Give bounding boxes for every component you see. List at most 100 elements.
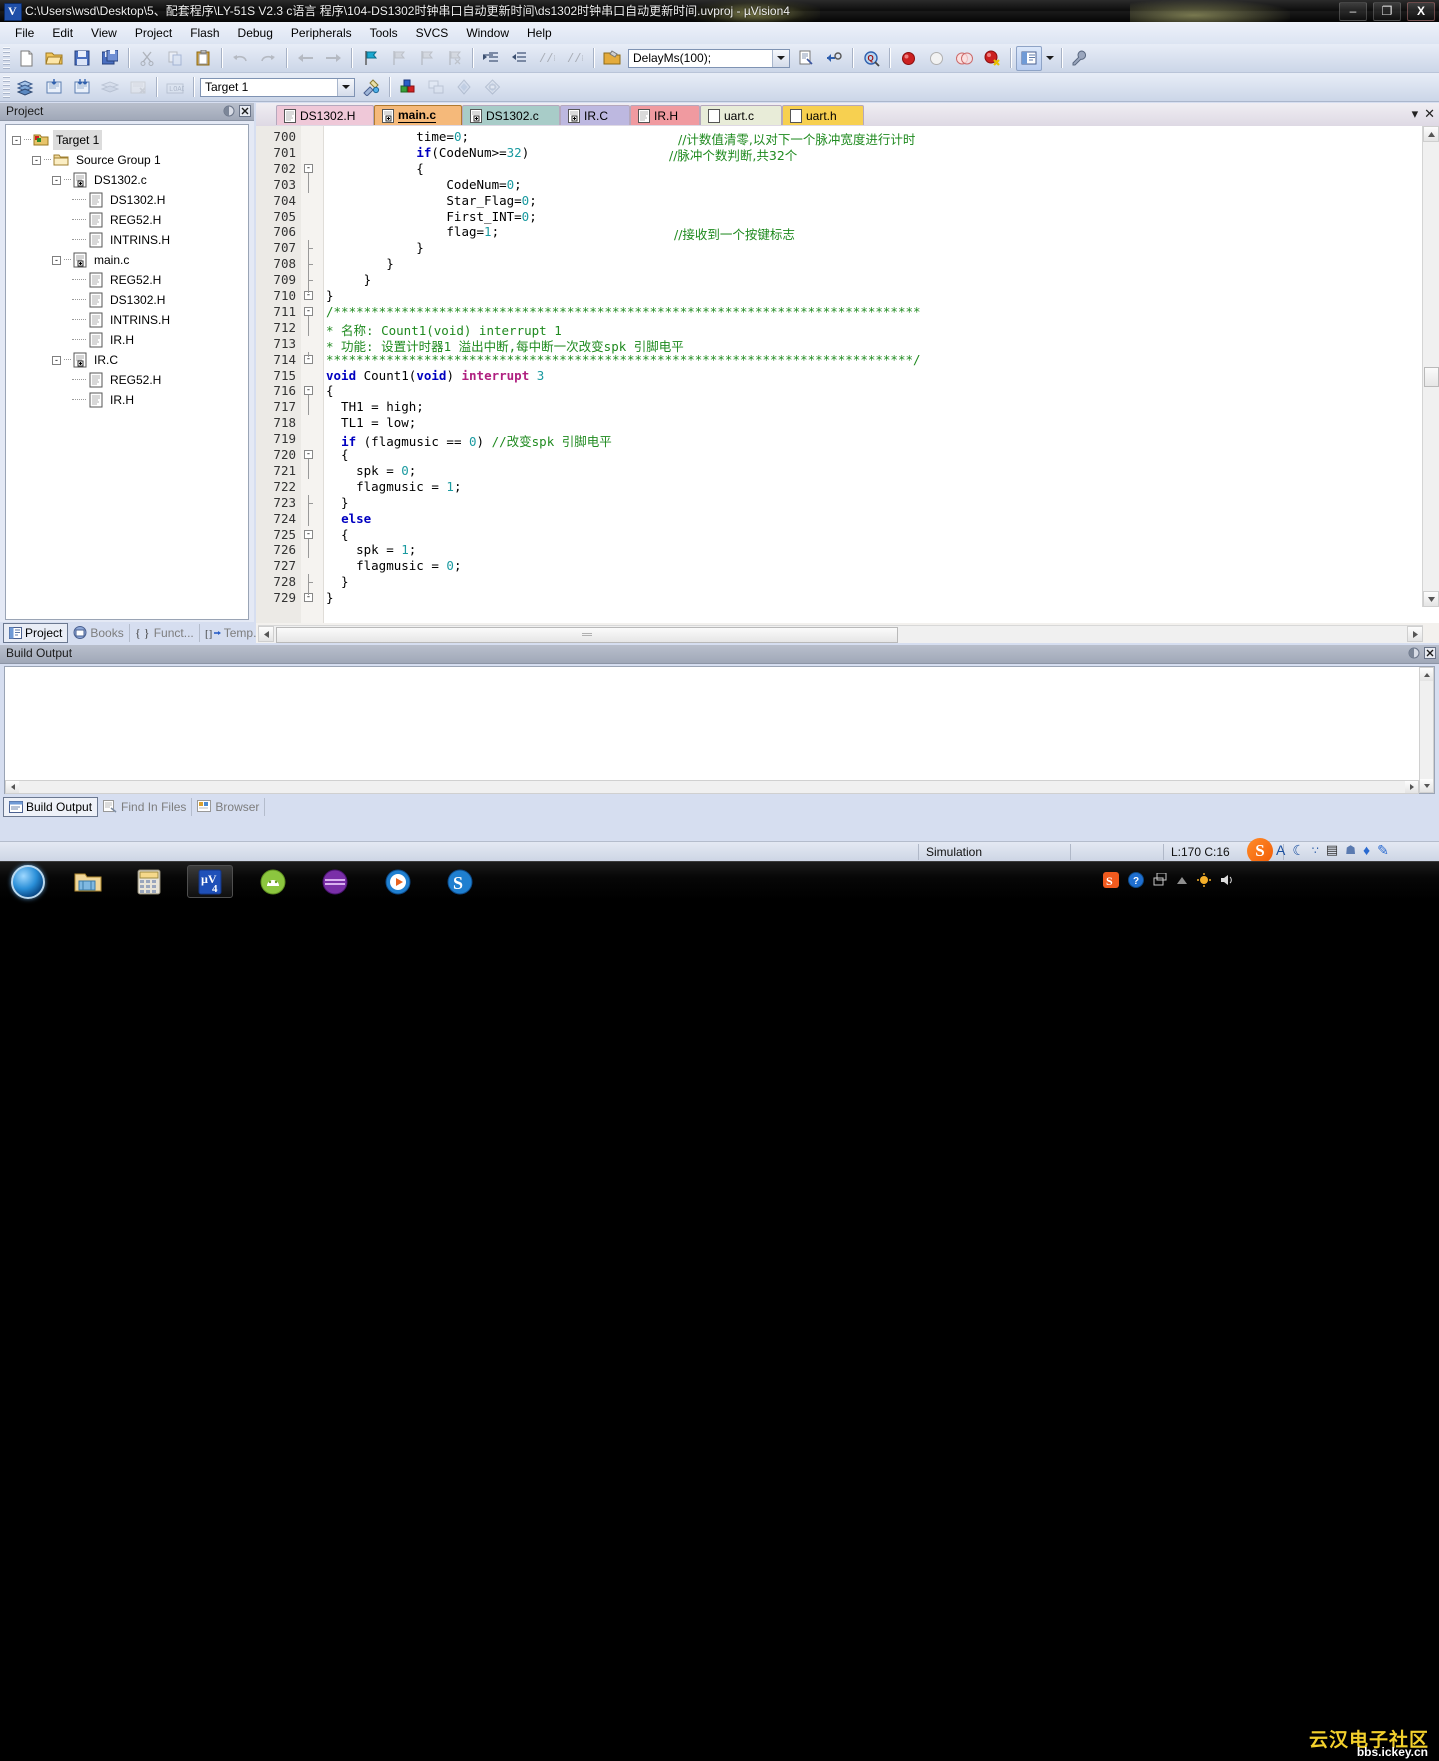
code-line-text[interactable]: CodeNum=0; [326,177,521,192]
tree-item-ds1302-h[interactable]: DS1302.H [6,190,248,210]
tree-item-ir-c[interactable]: - IR.C [6,350,248,370]
taskbar-uvision4[interactable]: µV 4 [187,865,233,898]
project-tab-funct-[interactable]: { } Funct... [130,623,200,642]
navigate-forward-icon[interactable] [320,46,346,71]
build-horizontal-scrollbar[interactable] [5,780,1419,794]
volume-tray-icon[interactable] [1220,873,1234,890]
scroll-down-button[interactable] [1423,591,1439,607]
scroll-up-button[interactable] [1423,126,1439,142]
components-icon[interactable] [395,75,421,100]
project-tree[interactable]: - Target 1 - Source Group 1 - DS1302.c DS1302.… [5,124,249,620]
user-icon[interactable]: ☗ [1345,843,1356,857]
chevron-down-icon[interactable]: ▾ [1412,106,1419,122]
moon-icon[interactable]: ☾ [1292,842,1305,859]
bookmark-clear-icon[interactable] [441,46,467,71]
build-tab-build-output[interactable]: Build Output [3,796,99,817]
insert-breakpoint-icon[interactable] [895,46,921,71]
close-icon[interactable]: ✕ [1424,106,1435,122]
browse-symbol-icon[interactable]: Q [858,46,884,71]
menu-project[interactable]: Project [126,24,181,42]
taskbar-calculator[interactable] [126,865,172,898]
editor-tab-ir-h[interactable]: IR.H [630,105,700,125]
tree-item-intrins-h[interactable]: INTRINS.H [6,310,248,330]
editor-tab-uart-c[interactable]: uart.c [700,105,782,125]
scroll-up-button[interactable] [1420,668,1433,681]
code-line-text[interactable]: First_INT=0; [326,209,536,224]
flash-tray-icon[interactable] [1197,872,1211,890]
minimize-button[interactable]: – [1339,2,1367,21]
menu-flash[interactable]: Flash [181,24,228,42]
disable-breakpoint-icon[interactable] [923,46,949,71]
editor-vertical-scrollbar[interactable] [1422,126,1439,607]
tree-expander-icon[interactable]: - [32,155,41,165]
code-line-text[interactable]: } [326,240,424,255]
target-dropdown-arrow[interactable] [337,78,354,96]
close-icon[interactable] [1423,646,1436,659]
redo-icon[interactable] [255,46,281,71]
editor-horizontal-scrollbar[interactable] [258,625,1423,643]
cut-icon[interactable] [134,46,160,71]
menu-help[interactable]: Help [518,24,561,42]
new-file-icon[interactable] [13,46,39,71]
build-output-text[interactable] [4,666,1435,794]
show-hidden-icon[interactable] [1176,874,1188,888]
bookmark-next-icon[interactable] [413,46,439,71]
editor-tab-main-c[interactable]: main.c [374,105,462,125]
help-tray-icon[interactable]: ? [1128,871,1144,891]
navigate-back-icon[interactable] [292,46,318,71]
code-line-text[interactable]: { [326,383,334,398]
tree-item-reg52-h[interactable]: REG52.H [6,370,248,390]
menu-view[interactable]: View [82,24,126,42]
taskbar-android-studio[interactable] [250,865,296,898]
target-select-value[interactable]: Target 1 [201,79,337,96]
rebuild-all-icon[interactable] [69,75,95,100]
bookmark-prev-icon[interactable] [385,46,411,71]
build-tab-browser[interactable]: Browser [192,797,266,816]
target-options-icon[interactable] [358,75,384,100]
skin-icon[interactable]: ♦ [1363,842,1370,858]
project-tab-project[interactable]: Project [3,622,69,643]
menu-tools[interactable]: Tools [361,24,407,42]
code-editor[interactable]: 700 time=0;//计数值清零,以对下一个脉冲宽度进行计时 701 if(C… [256,126,1439,623]
editor-tab-uart-h[interactable]: uart.h [782,105,864,125]
taskbar-sogou[interactable]: S [437,865,483,898]
code-line-text[interactable]: flag=1; [326,224,499,239]
restore-icon[interactable] [1407,646,1420,659]
close-icon[interactable] [238,104,251,117]
bookmark-toggle-icon[interactable] [357,46,383,71]
code-line-text[interactable]: } [326,495,349,510]
indent-icon[interactable] [478,46,504,71]
code-line-text[interactable]: Star_Flag=0; [326,193,536,208]
find-dropdown-arrow[interactable] [772,49,789,67]
scroll-thumb[interactable] [1424,366,1439,387]
project-window-icon[interactable] [479,75,505,100]
build-tab-find-in-files[interactable]: Find In Files [98,797,193,816]
fold-toggle-icon[interactable]: - [304,386,313,396]
undo-icon[interactable] [227,46,253,71]
configuration-wizard-icon[interactable] [1067,46,1093,71]
find-input[interactable]: DelayMs(100); [628,48,790,68]
window-layout-dropdown[interactable] [1043,47,1057,70]
build-target-icon[interactable] [41,75,67,100]
tree-item-reg52-h[interactable]: REG52.H [6,210,248,230]
tree-item-ds1302-c[interactable]: - DS1302.c [6,170,248,190]
code-line-text[interactable]: } [326,256,394,271]
batch-build-icon[interactable] [97,75,123,100]
keyboard-icon[interactable]: ▤ [1326,842,1338,858]
open-file-icon[interactable] [41,46,67,71]
close-button[interactable]: X [1407,2,1435,21]
code-line-text[interactable]: { [326,447,349,462]
scroll-right-button[interactable] [1405,781,1418,793]
tools-icon[interactable]: ✎ [1377,842,1389,859]
toolbar-grip[interactable] [3,47,10,69]
taskbar-explorer[interactable] [65,865,111,898]
code-line-text[interactable]: flagmusic = 1; [326,479,461,494]
project-tab-books[interactable]: Books [68,623,130,642]
menu-peripherals[interactable]: Peripherals [282,24,361,42]
menu-window[interactable]: Window [457,24,518,42]
code-line-text[interactable]: } [326,288,334,303]
multi-project-icon[interactable] [423,75,449,100]
tree-item-ir-h[interactable]: IR.H [6,390,248,410]
target-select[interactable]: Target 1 [200,77,355,97]
comment-icon[interactable]: //≡ [534,46,560,71]
